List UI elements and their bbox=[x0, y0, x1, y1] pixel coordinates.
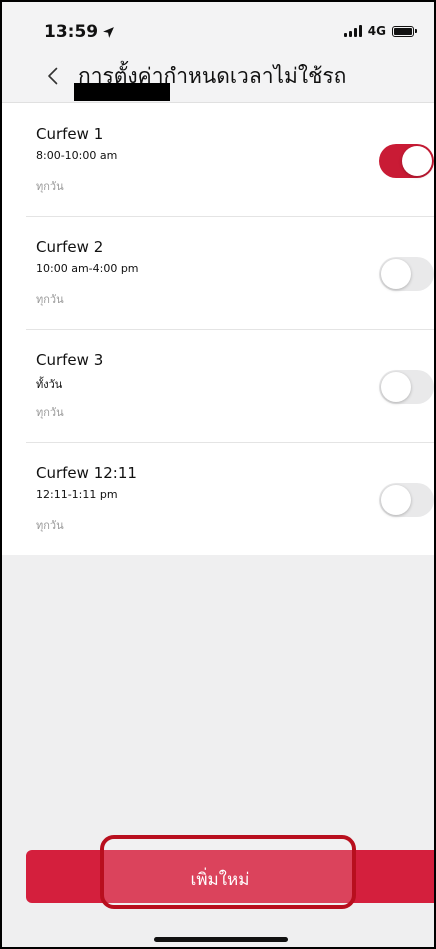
curfew-name: Curfew 2 bbox=[36, 238, 104, 256]
curfew-days: ทุกวัน bbox=[36, 406, 64, 419]
curfew-days: ทุกวัน bbox=[36, 519, 64, 532]
toggle-knob bbox=[381, 372, 411, 402]
curfew-row-3[interactable]: Curfew 3 ทั้งวัน ทุกวัน bbox=[2, 329, 434, 442]
curfew-days: ทุกวัน bbox=[36, 180, 64, 193]
status-indicators: 4G bbox=[343, 24, 417, 38]
add-new-button[interactable]: เพิ่มใหม่ bbox=[26, 850, 434, 903]
curfew-toggle-3[interactable] bbox=[379, 370, 434, 404]
toggle-knob bbox=[381, 485, 411, 515]
app-frame: 13:59 4G การตั้งค่ากำหนดเวลาไม่ใช้รถ Cur… bbox=[0, 0, 436, 949]
status-time: 13:59 bbox=[44, 22, 115, 42]
curfew-time: 12:11-1:11 pm bbox=[36, 488, 118, 501]
redaction-bar bbox=[74, 83, 170, 101]
curfew-name: Curfew 12:11 bbox=[36, 464, 137, 482]
curfew-time: 8:00-10:00 am bbox=[36, 149, 118, 162]
home-indicator bbox=[154, 937, 288, 942]
curfew-days: ทุกวัน bbox=[36, 293, 64, 306]
signal-icon bbox=[343, 25, 362, 37]
add-new-label: เพิ่มใหม่ bbox=[190, 870, 250, 890]
toggle-knob bbox=[381, 259, 411, 289]
chevron-left-icon bbox=[47, 67, 57, 85]
curfew-toggle-2[interactable] bbox=[379, 257, 434, 291]
curfew-time: 10:00 am-4:00 pm bbox=[36, 262, 139, 275]
header: 13:59 4G การตั้งค่ากำหนดเวลาไม่ใช้รถ bbox=[2, 2, 434, 103]
curfew-name: Curfew 1 bbox=[36, 125, 104, 143]
curfew-row-2[interactable]: Curfew 2 10:00 am-4:00 pm ทุกวัน bbox=[2, 216, 434, 329]
back-button[interactable] bbox=[42, 62, 62, 90]
curfew-toggle-1[interactable] bbox=[379, 144, 434, 178]
curfew-toggle-4[interactable] bbox=[379, 483, 434, 517]
curfew-row-1[interactable]: Curfew 1 8:00-10:00 am ทุกวัน bbox=[2, 103, 434, 216]
location-arrow-icon bbox=[103, 26, 115, 38]
battery-icon bbox=[392, 25, 417, 37]
curfew-row-4[interactable]: Curfew 12:11 12:11-1:11 pm ทุกวัน bbox=[2, 442, 434, 555]
curfew-name: Curfew 3 bbox=[36, 351, 104, 369]
curfew-time: ทั้งวัน bbox=[36, 378, 63, 391]
curfew-list: Curfew 1 8:00-10:00 am ทุกวัน Curfew 2 1… bbox=[2, 103, 434, 555]
status-time-label: 13:59 bbox=[44, 22, 99, 42]
network-type: 4G bbox=[367, 24, 386, 38]
toggle-knob bbox=[402, 146, 432, 176]
